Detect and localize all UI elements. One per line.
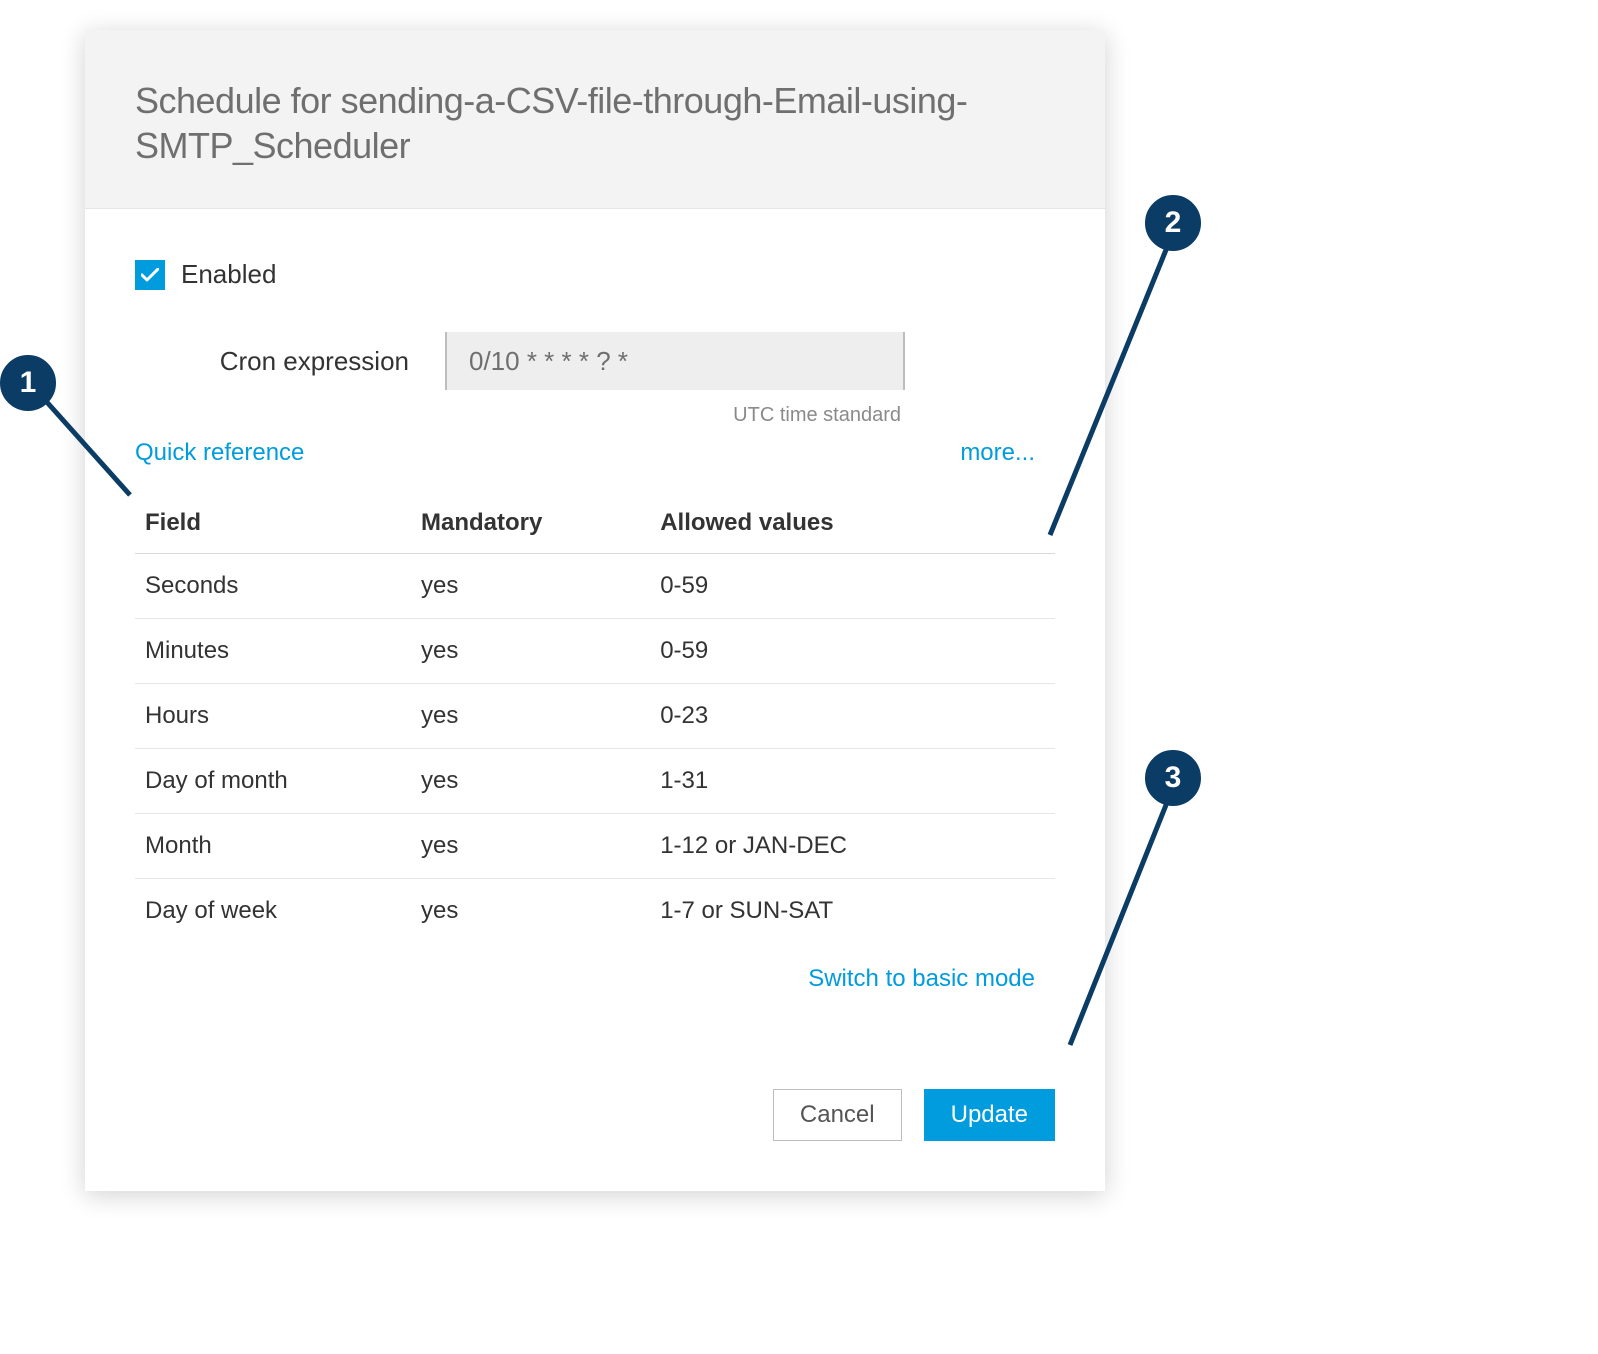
enabled-checkbox[interactable]	[135, 260, 165, 290]
update-button[interactable]: Update	[924, 1089, 1055, 1141]
table-row: Month yes 1-12 or JAN-DEC	[135, 814, 1055, 879]
table-row: Seconds yes 0-59	[135, 554, 1055, 619]
switch-to-basic-mode-link[interactable]: Switch to basic mode	[808, 965, 1035, 992]
enabled-row: Enabled	[135, 259, 1055, 290]
cron-expression-input[interactable]	[445, 332, 905, 390]
cell-field: Seconds	[135, 554, 411, 619]
enabled-label: Enabled	[181, 259, 276, 290]
dialog-title: Schedule for sending-a-CSV-file-through-…	[135, 78, 1055, 168]
cron-reference-table: Field Mandatory Allowed values Seconds y…	[135, 493, 1055, 943]
table-row: Minutes yes 0-59	[135, 619, 1055, 684]
cell-mandatory: yes	[411, 879, 650, 944]
cell-field: Minutes	[135, 619, 411, 684]
cell-allowed: 0-59	[650, 554, 1055, 619]
table-header-row: Field Mandatory Allowed values	[135, 493, 1055, 554]
cron-row: Cron expression	[135, 332, 1055, 390]
cancel-button[interactable]: Cancel	[773, 1089, 902, 1141]
cell-mandatory: yes	[411, 814, 650, 879]
cell-field: Month	[135, 814, 411, 879]
cell-mandatory: yes	[411, 749, 650, 814]
col-header-allowed: Allowed values	[650, 493, 1055, 554]
callout-badge-1: 1	[0, 355, 56, 411]
cell-mandatory: yes	[411, 684, 650, 749]
table-row: Hours yes 0-23	[135, 684, 1055, 749]
cell-allowed: 1-7 or SUN-SAT	[650, 879, 1055, 944]
quick-reference-link[interactable]: Quick reference	[135, 439, 304, 467]
table-row: Day of week yes 1-7 or SUN-SAT	[135, 879, 1055, 944]
schedule-dialog: Schedule for sending-a-CSV-file-through-…	[85, 30, 1105, 1191]
more-link[interactable]: more...	[960, 439, 1035, 467]
dialog-header: Schedule for sending-a-CSV-file-through-…	[85, 30, 1105, 209]
cell-field: Day of week	[135, 879, 411, 944]
cell-field: Day of month	[135, 749, 411, 814]
callout-badge-2: 2	[1145, 195, 1201, 251]
col-header-mandatory: Mandatory	[411, 493, 650, 554]
cell-allowed: 0-59	[650, 619, 1055, 684]
col-header-field: Field	[135, 493, 411, 554]
cell-mandatory: yes	[411, 554, 650, 619]
table-body: Seconds yes 0-59 Minutes yes 0-59 Hours …	[135, 554, 1055, 944]
utc-note: UTC time standard	[445, 398, 905, 427]
cell-allowed: 1-31	[650, 749, 1055, 814]
switch-mode-row: Switch to basic mode	[135, 965, 1055, 993]
reference-links-row: Quick reference more...	[135, 439, 1055, 467]
cell-allowed: 0-23	[650, 684, 1055, 749]
cron-expression-label: Cron expression	[135, 346, 445, 377]
dialog-body: Enabled Cron expression UTC time standar…	[85, 209, 1105, 1033]
cell-field: Hours	[135, 684, 411, 749]
cell-allowed: 1-12 or JAN-DEC	[650, 814, 1055, 879]
check-icon	[141, 268, 159, 282]
cell-mandatory: yes	[411, 619, 650, 684]
callout-badge-3: 3	[1145, 750, 1201, 806]
table-row: Day of month yes 1-31	[135, 749, 1055, 814]
dialog-footer: Cancel Update	[85, 1033, 1105, 1191]
